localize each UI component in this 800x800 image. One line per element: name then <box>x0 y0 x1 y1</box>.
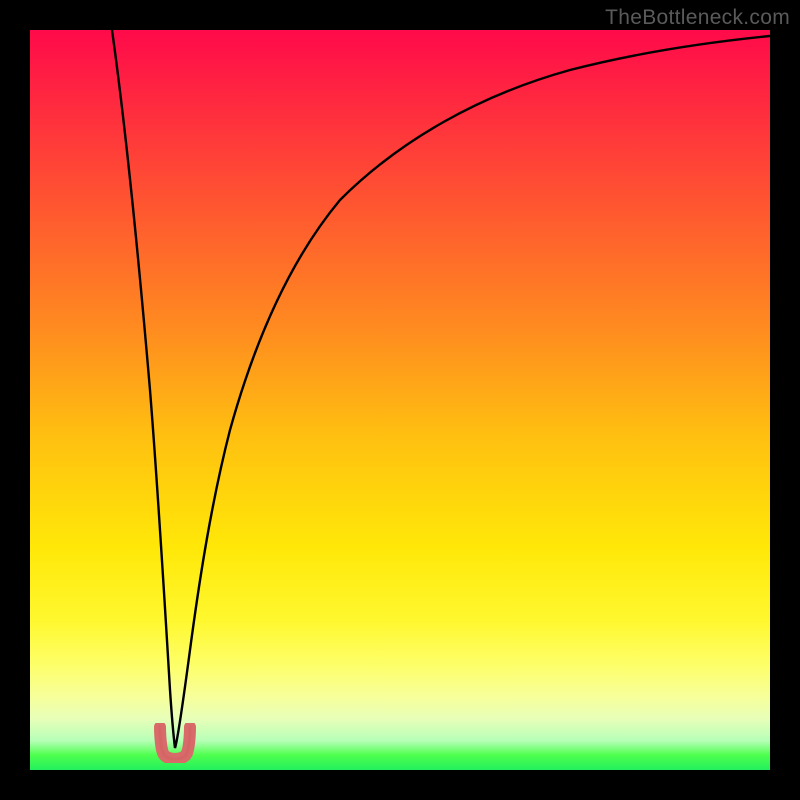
watermark-text: TheBottleneck.com <box>605 6 790 30</box>
bottleneck-curve <box>30 30 770 770</box>
plot-area <box>30 30 770 770</box>
chart-frame: TheBottleneck.com <box>0 0 800 800</box>
